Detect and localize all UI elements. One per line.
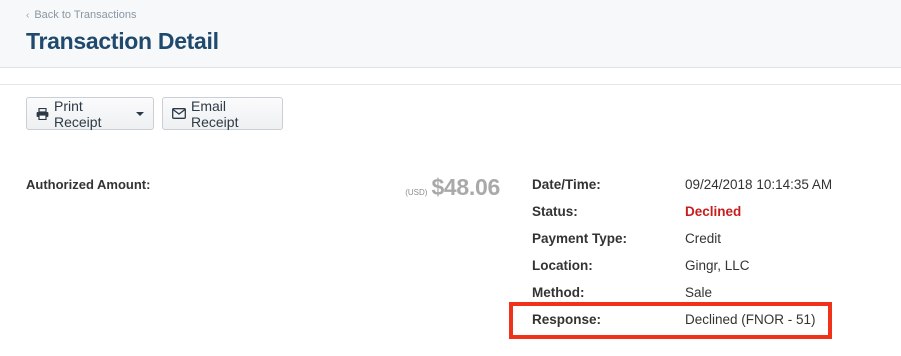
amount-value: $48.06 — [431, 174, 500, 200]
detail-row-location: Location: Gingr, LLC — [532, 258, 892, 278]
email-receipt-button[interactable]: Email Receipt — [162, 97, 283, 130]
detail-label: Status: — [532, 204, 578, 219]
chevron-left-icon: ‹ — [26, 9, 30, 21]
back-link-label: Back to Transactions — [34, 9, 137, 21]
detail-row-datetime: Date/Time: 09/24/2018 10:14:35 AM — [532, 177, 892, 197]
print-receipt-label: Print Receipt — [54, 97, 102, 130]
response-highlight-annotation — [509, 302, 832, 339]
caret-down-icon — [136, 111, 144, 116]
detail-label: Location: — [532, 258, 593, 273]
detail-row-status: Status: Declined — [532, 204, 892, 224]
authorized-amount-label: Authorized Amount: — [26, 177, 151, 192]
detail-row-payment-type: Payment Type: Credit — [532, 231, 892, 251]
envelope-icon — [172, 108, 186, 119]
email-receipt-label: Email Receipt — [191, 97, 239, 130]
detail-value: 09/24/2018 10:14:35 AM — [685, 177, 833, 192]
page-title: Transaction Detail — [26, 28, 219, 54]
detail-value: Credit — [685, 231, 722, 246]
page-header: ‹ Back to Transactions Transaction Detai… — [0, 0, 901, 68]
printer-icon — [36, 107, 49, 120]
back-to-transactions-link[interactable]: ‹ Back to Transactions — [26, 9, 136, 21]
detail-label: Date/Time: — [532, 177, 601, 192]
print-receipt-button[interactable]: Print Receipt — [26, 97, 154, 130]
detail-label: Method: — [532, 285, 585, 300]
detail-value: Gingr, LLC — [685, 258, 750, 273]
status-value: Declined — [685, 204, 742, 219]
detail-label: Payment Type: — [532, 231, 628, 246]
currency-code: (USD) — [405, 188, 428, 197]
authorized-amount: (USD) $48.06 — [405, 174, 500, 201]
section-divider — [0, 84, 901, 85]
detail-value: Sale — [685, 285, 713, 300]
